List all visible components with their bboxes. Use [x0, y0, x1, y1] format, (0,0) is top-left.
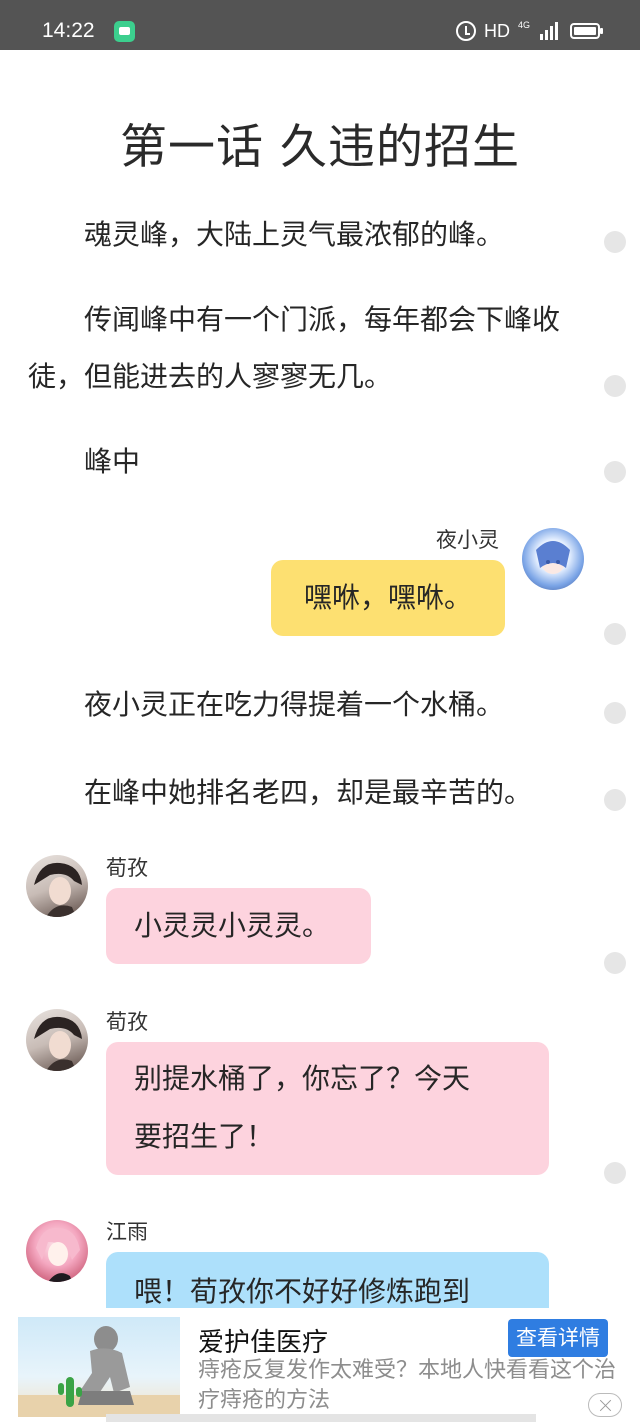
- status-bar: 14:22 HD 4G: [0, 0, 640, 50]
- ad-description[interactable]: 痔疮反复发作太难受？本地人快看看这个治疗痔疮的方法: [198, 1356, 618, 1416]
- avatar[interactable]: [26, 1009, 88, 1071]
- hd-label: HD: [483, 20, 510, 41]
- paragraph-comment-dot[interactable]: [604, 952, 626, 974]
- paragraph-comment-dot[interactable]: [604, 789, 626, 811]
- chat-bubble-line: 要招生了！: [134, 1120, 275, 1153]
- paragraph: 魂灵峰，大陆上灵气最浓郁的峰。: [84, 218, 505, 251]
- battery-icon: [570, 23, 603, 39]
- network-label: 4G: [517, 20, 530, 30]
- paragraph: 峰中: [84, 445, 141, 478]
- bottom-toolbar-hint: [106, 1414, 536, 1422]
- signal-icon: [540, 22, 558, 40]
- paragraph: 夜小灵正在吃力得提着一个水桶。: [84, 688, 505, 721]
- paragraph: 在峰中她排名老四，却是最辛苦的。: [84, 776, 533, 809]
- paragraph: 传闻峰中有一个门派，每年都会下峰收徒，但能进去的人寥寥无几。: [28, 303, 561, 393]
- alarm-icon: [455, 21, 476, 41]
- paragraph-comment-dot[interactable]: [604, 702, 626, 724]
- paragraph-comment-dot[interactable]: [604, 461, 626, 483]
- speaker-name: 荀孜: [106, 1010, 148, 1034]
- chapter-title: 第一话 久违的招生: [120, 120, 520, 175]
- ad-details-button[interactable]: 查看详情: [508, 1319, 608, 1357]
- chat-bubble: 嘿咻，嘿咻。: [271, 560, 505, 636]
- chat-notification-icon: [114, 21, 135, 42]
- speaker-name: 荀孜: [106, 856, 148, 880]
- ad-title[interactable]: 爱护佳医疗: [198, 1322, 328, 1359]
- speaker-name: 夜小灵: [436, 528, 499, 552]
- speaker-name: 江雨: [106, 1220, 148, 1244]
- avatar[interactable]: [26, 855, 88, 917]
- chat-bubble: 小灵灵小灵灵。: [106, 888, 371, 964]
- ad-image[interactable]: [18, 1317, 180, 1417]
- paragraph-comment-dot[interactable]: [604, 1162, 626, 1184]
- avatar[interactable]: [522, 528, 584, 590]
- paragraph-comment-dot[interactable]: [604, 231, 626, 253]
- chat-bubble-line: 别提水桶了，你忘了？今天: [134, 1062, 471, 1095]
- avatar[interactable]: [26, 1220, 88, 1282]
- paragraph-comment-dot[interactable]: [604, 375, 626, 397]
- status-icons: HD 4G: [455, 17, 603, 45]
- close-icon[interactable]: [588, 1393, 622, 1417]
- paragraph-comment-dot[interactable]: [604, 623, 626, 645]
- chat-bubble: 别提水桶了，你忘了？今天 要招生了！: [106, 1042, 549, 1175]
- status-time: 14:22: [42, 19, 95, 42]
- ad-banner[interactable]: 爱护佳医疗 查看详情 痔疮反复发作太难受？本地人快看看这个治疗痔疮的方法: [0, 1308, 640, 1422]
